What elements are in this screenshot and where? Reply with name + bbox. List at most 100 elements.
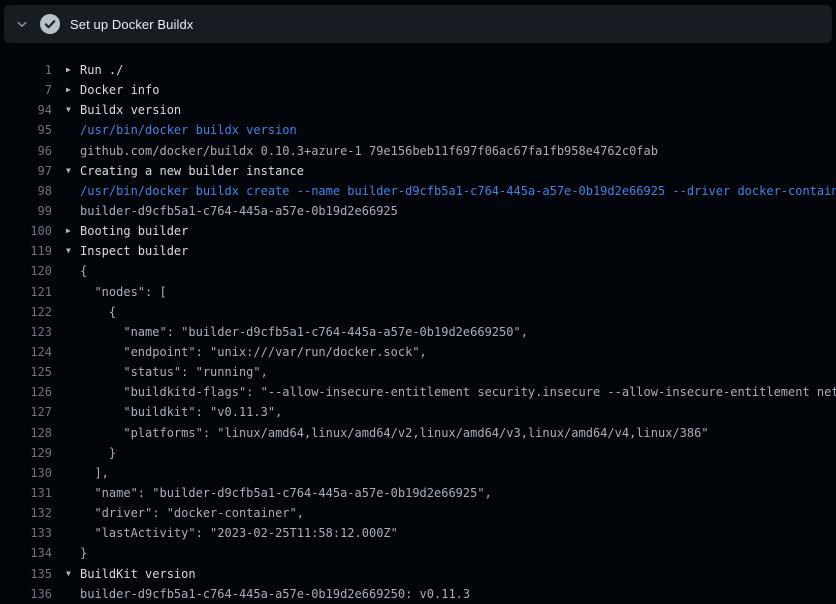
arrow-slot <box>66 302 80 322</box>
arrow-slot <box>66 342 80 362</box>
arrow-slot <box>66 201 80 221</box>
line-text: "nodes": [ <box>80 282 836 302</box>
arrow-slot <box>66 141 80 161</box>
step-header[interactable]: Set up Docker Buildx <box>4 5 832 43</box>
log-line: 124 "endpoint": "unix:///var/run/docker.… <box>8 342 836 362</box>
log-lines: 1 ▶ Run ./ 7 ▶ Docker info 94 ▼ Buildx v… <box>0 43 836 604</box>
line-text: Docker info <box>80 80 836 100</box>
triangle-right-icon[interactable]: ▶ <box>66 80 80 100</box>
log-group-line[interactable]: 97 ▼ Creating a new builder instance <box>8 161 836 181</box>
line-number[interactable]: 100 <box>8 221 52 241</box>
line-number[interactable]: 131 <box>8 483 52 503</box>
arrow-slot <box>66 463 80 483</box>
line-text: "name": "builder-d9cfb5a1-c764-445a-a57e… <box>80 483 836 503</box>
triangle-right-icon[interactable]: ▶ <box>66 221 80 241</box>
line-number[interactable]: 129 <box>8 443 52 463</box>
line-number[interactable]: 123 <box>8 322 52 342</box>
arrow-slot <box>66 523 80 543</box>
log-line: 95 /usr/bin/docker buildx version <box>8 120 836 140</box>
log-line: 120 { <box>8 261 836 281</box>
arrow-slot <box>66 584 80 604</box>
line-number[interactable]: 121 <box>8 282 52 302</box>
arrow-slot <box>66 402 80 422</box>
log-line: 98 /usr/bin/docker buildx create --name … <box>8 181 836 201</box>
log-group-line[interactable]: 1 ▶ Run ./ <box>8 60 836 80</box>
line-text: "lastActivity": "2023-02-25T11:58:12.000… <box>80 523 836 543</box>
line-text: github.com/docker/buildx 0.10.3+azure-1 … <box>80 141 836 161</box>
line-number[interactable]: 132 <box>8 503 52 523</box>
line-text: { <box>80 302 836 322</box>
line-text: Creating a new builder instance <box>80 161 836 181</box>
triangle-right-icon[interactable]: ▶ <box>66 60 80 80</box>
arrow-slot <box>66 261 80 281</box>
line-text: BuildKit version <box>80 564 836 584</box>
log-line: 125 "status": "running", <box>8 362 836 382</box>
line-text: "name": "builder-d9cfb5a1-c764-445a-a57e… <box>80 322 836 342</box>
line-text: /usr/bin/docker buildx version <box>80 120 836 140</box>
log-line: 136 builder-d9cfb5a1-c764-445a-a57e-0b19… <box>8 584 836 604</box>
line-number[interactable]: 136 <box>8 584 52 604</box>
line-text: } <box>80 543 836 563</box>
log-line: 123 "name": "builder-d9cfb5a1-c764-445a-… <box>8 322 836 342</box>
line-number[interactable]: 124 <box>8 342 52 362</box>
line-text: "buildkitd-flags": "--allow-insecure-ent… <box>80 382 836 402</box>
line-text: Booting builder <box>80 221 836 241</box>
line-number[interactable]: 134 <box>8 543 52 563</box>
arrow-slot <box>66 443 80 463</box>
chevron-down-icon[interactable] <box>14 16 30 32</box>
triangle-down-icon[interactable]: ▼ <box>66 161 80 181</box>
log-group-line[interactable]: 135 ▼ BuildKit version <box>8 564 836 584</box>
line-text: "platforms": "linux/amd64,linux/amd64/v2… <box>80 423 836 443</box>
arrow-slot <box>66 503 80 523</box>
arrow-slot <box>66 423 80 443</box>
line-number[interactable]: 98 <box>8 181 52 201</box>
line-number[interactable]: 94 <box>8 100 52 120</box>
log-line: 96 github.com/docker/buildx 0.10.3+azure… <box>8 141 836 161</box>
triangle-down-icon[interactable]: ▼ <box>66 100 80 120</box>
line-text: "driver": "docker-container", <box>80 503 836 523</box>
line-number[interactable]: 127 <box>8 402 52 422</box>
line-text: { <box>80 261 836 281</box>
line-number[interactable]: 130 <box>8 463 52 483</box>
line-text: /usr/bin/docker buildx create --name bui… <box>80 181 836 201</box>
line-text: ], <box>80 463 836 483</box>
line-number[interactable]: 97 <box>8 161 52 181</box>
line-number[interactable]: 95 <box>8 120 52 140</box>
line-text: Run ./ <box>80 60 836 80</box>
log-line: 128 "platforms": "linux/amd64,linux/amd6… <box>8 423 836 443</box>
log-group-line[interactable]: 7 ▶ Docker info <box>8 80 836 100</box>
arrow-slot <box>66 181 80 201</box>
line-number[interactable]: 122 <box>8 302 52 322</box>
line-number[interactable]: 1 <box>8 60 52 80</box>
line-number[interactable]: 7 <box>8 80 52 100</box>
line-text: Inspect builder <box>80 241 836 261</box>
line-number[interactable]: 120 <box>8 261 52 281</box>
arrow-slot <box>66 382 80 402</box>
log-line: 134 } <box>8 543 836 563</box>
line-text: "buildkit": "v0.11.3", <box>80 402 836 422</box>
log-line: 122 { <box>8 302 836 322</box>
line-number[interactable]: 126 <box>8 382 52 402</box>
log-group-line[interactable]: 94 ▼ Buildx version <box>8 100 836 120</box>
log-line: 99 builder-d9cfb5a1-c764-445a-a57e-0b19d… <box>8 201 836 221</box>
line-number[interactable]: 119 <box>8 241 52 261</box>
log-group-line[interactable]: 100 ▶ Booting builder <box>8 221 836 241</box>
log-group-line[interactable]: 119 ▼ Inspect builder <box>8 241 836 261</box>
line-number[interactable]: 96 <box>8 141 52 161</box>
arrow-slot <box>66 322 80 342</box>
log-line: 130 ], <box>8 463 836 483</box>
log-line: 121 "nodes": [ <box>8 282 836 302</box>
check-circle-icon <box>40 14 60 34</box>
line-number[interactable]: 133 <box>8 523 52 543</box>
line-number[interactable]: 99 <box>8 201 52 221</box>
triangle-down-icon[interactable]: ▼ <box>66 564 80 584</box>
line-text: } <box>80 443 836 463</box>
triangle-down-icon[interactable]: ▼ <box>66 241 80 261</box>
log-line: 127 "buildkit": "v0.11.3", <box>8 402 836 422</box>
line-number[interactable]: 128 <box>8 423 52 443</box>
line-text: builder-d9cfb5a1-c764-445a-a57e-0b19d2e6… <box>80 201 836 221</box>
arrow-slot <box>66 483 80 503</box>
line-text: Buildx version <box>80 100 836 120</box>
line-number[interactable]: 125 <box>8 362 52 382</box>
line-number[interactable]: 135 <box>8 564 52 584</box>
